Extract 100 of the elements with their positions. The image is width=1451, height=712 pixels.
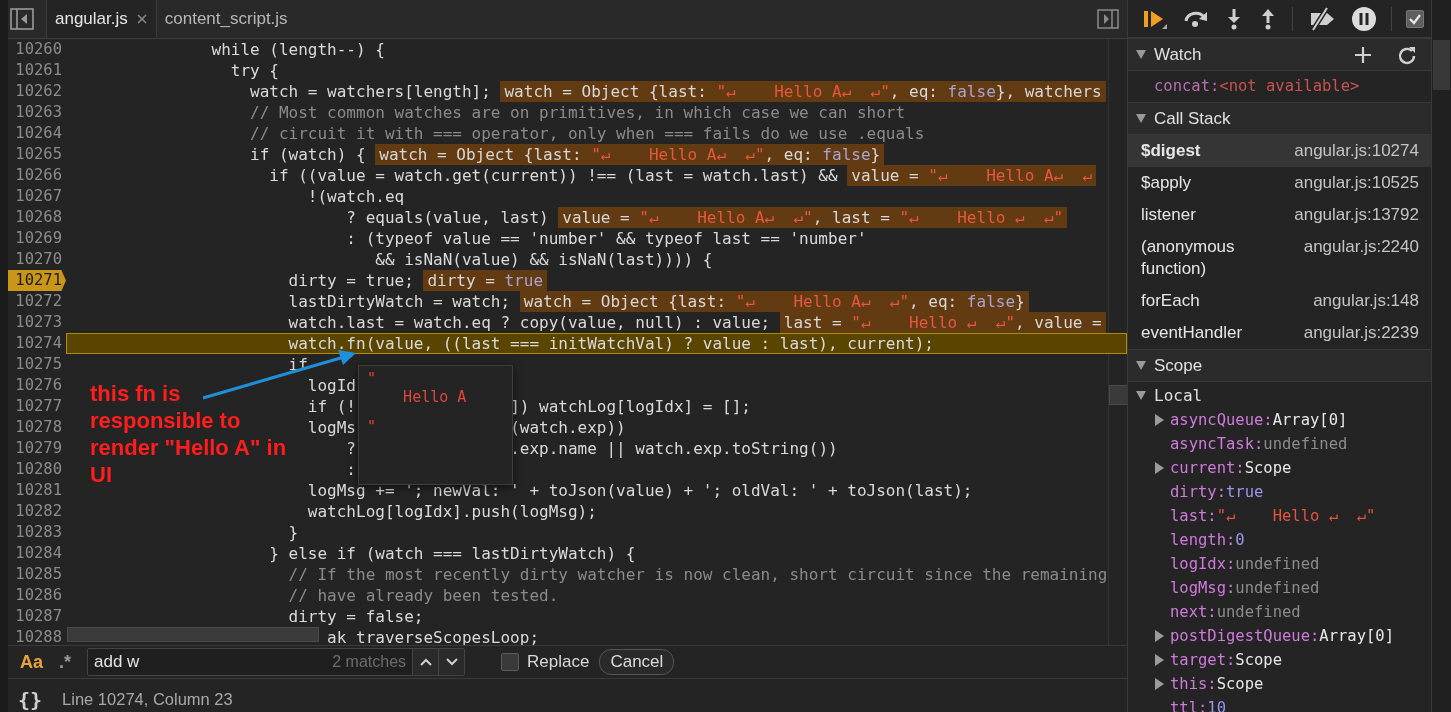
code-text: !(watch.eq xyxy=(307,186,405,207)
scope-variable[interactable]: dirty:true xyxy=(1128,480,1431,504)
line-number: 10277 xyxy=(14,396,63,417)
line-number: 10281 xyxy=(14,480,63,501)
triangle-icon xyxy=(1136,361,1146,370)
line-number: 10274 xyxy=(14,333,63,354)
scope-variable[interactable]: logIdx:undefined xyxy=(1128,552,1431,576)
chevron-down-icon xyxy=(444,657,459,667)
code-text: watchLog[logIdx].push(logMsg); xyxy=(307,501,597,522)
file-tab[interactable]: content_script.js xyxy=(156,0,296,38)
add-icon[interactable] xyxy=(1353,44,1373,65)
cancel-button[interactable]: Cancel xyxy=(599,649,675,675)
section-header[interactable]: Scope xyxy=(1128,349,1431,382)
line-number: 10288 xyxy=(14,627,63,645)
match-case-toggle[interactable]: Aa xyxy=(16,651,47,673)
triangle-icon xyxy=(1155,414,1164,426)
line-number: 10261 xyxy=(14,60,63,81)
code-text: watch = watchers[length]; xyxy=(250,81,491,102)
scrollbar-thumb[interactable] xyxy=(67,627,319,642)
line-number: 10275 xyxy=(14,354,63,375)
call-frame[interactable]: eventHandler angular.js:2239 xyxy=(1128,317,1431,349)
replace-checkbox[interactable] xyxy=(501,653,520,671)
line-number: 10272 xyxy=(14,291,63,312)
section-header[interactable]: Call Stack xyxy=(1128,102,1431,135)
triangle-icon xyxy=(1155,462,1164,474)
line-number: 10287 xyxy=(14,606,63,627)
scope-group[interactable]: Local xyxy=(1128,382,1431,408)
code-text: logMs xyxy=(307,417,356,438)
scope-variable[interactable]: length:0 xyxy=(1128,528,1431,552)
code-text: (watch.exp)) xyxy=(510,417,626,438)
scope-variable[interactable]: target:Scope xyxy=(1128,648,1431,672)
line-number: 10270 xyxy=(14,249,63,270)
line-number: 10285 xyxy=(14,564,63,585)
code-text: // If the most recently dirty watcher is now clean, short circuit since the remaining xyxy=(288,564,1108,585)
scope-variable[interactable]: asyncQueue:Array[0] xyxy=(1128,408,1431,432)
string-value: " xyxy=(367,418,377,436)
code-text: && isNaN(value) && isNaN(last)))) { xyxy=(375,249,713,270)
code-text: ? equals(value, last) xyxy=(346,207,549,228)
line-number: 10284 xyxy=(14,543,63,564)
refresh-icon[interactable] xyxy=(1397,44,1417,65)
scope-variable[interactable]: last:"↵ Hello ↵ ↵" xyxy=(1128,504,1431,528)
call-frame[interactable]: listener angular.js:13792 xyxy=(1128,199,1431,231)
line-number: 10273 xyxy=(14,312,63,333)
triangle-icon xyxy=(1155,630,1164,642)
string-value: " xyxy=(367,370,377,388)
call-frame[interactable]: $digest angular.js:10274 xyxy=(1128,135,1431,167)
inline-value: value = "↵ Hello A↵ ↵ xyxy=(847,165,1097,186)
scrollbar-thumb[interactable] xyxy=(1433,40,1450,90)
line-number: 10268 xyxy=(14,207,63,228)
code-text: logId xyxy=(307,375,356,396)
search-field[interactable]: add w 2 matches xyxy=(87,648,466,676)
triangle-icon xyxy=(1136,50,1146,59)
watch-expression[interactable]: concat:<not available> xyxy=(1128,71,1431,102)
chevron-up-icon xyxy=(418,657,433,667)
scope-variable[interactable]: this:Scope xyxy=(1128,672,1431,696)
scope-variable[interactable]: asyncTask:undefined xyxy=(1128,432,1431,456)
previous-match-button[interactable] xyxy=(412,649,439,675)
triangle-icon xyxy=(1136,390,1146,400)
scope-variable[interactable]: logMsg:undefined xyxy=(1128,576,1431,600)
code-text: ? xyxy=(346,438,356,459)
code-text: } xyxy=(288,522,299,543)
line-number: 10264 xyxy=(14,123,63,144)
code-text: while (length--) { xyxy=(211,39,385,60)
cursor-position: Line 10274, Column 23 xyxy=(62,690,233,709)
code-text: if (! xyxy=(307,396,356,417)
code-text: lastDirtyWatch = watch; xyxy=(288,291,511,312)
code-text: : (typeof value == 'number' && typeof last == 'number' xyxy=(346,228,867,249)
code-text: } else if (watch === lastDirtyWatch) { xyxy=(269,543,636,564)
code-text: .exp.name || watch.exp.toString()) xyxy=(510,438,838,459)
code-text: // circuit it with === operator, only when === fails do we use .equals xyxy=(250,123,925,144)
line-number: 10282 xyxy=(14,501,63,522)
close-icon[interactable] xyxy=(135,13,148,25)
code-text: if ((value = watch.get(current)) !== (last = watch.last) && xyxy=(269,165,838,186)
line-number: 10265 xyxy=(14,144,63,165)
scope-variable[interactable]: current:Scope xyxy=(1128,456,1431,480)
code-text: if (watch) { xyxy=(250,144,366,165)
call-frame[interactable]: (anonymous function) angular.js:2240 xyxy=(1128,231,1431,285)
file-tab[interactable]: angular.js xyxy=(46,0,157,38)
exceptions-checkbox[interactable] xyxy=(1406,9,1424,28)
inline-value: value = "↵ Hello A↵ ↵", last = "↵ Hello ↵ ↵" xyxy=(558,207,1068,228)
line-number: 10279 xyxy=(14,438,63,459)
inline-value: dirty = true xyxy=(423,270,547,291)
code-text: ]) watchLog[logIdx] = []; xyxy=(510,396,751,417)
regex-toggle[interactable]: .* xyxy=(55,651,76,673)
line-number: 10260 xyxy=(14,39,63,60)
section-header[interactable]: Watch xyxy=(1128,38,1431,71)
code-text: : xyxy=(346,459,356,480)
line-number: 10269 xyxy=(14,228,63,249)
call-frame[interactable]: forEach angular.js:148 xyxy=(1128,285,1431,317)
next-match-button[interactable] xyxy=(438,649,465,675)
scope-variable[interactable]: postDigestQueue:Array[0] xyxy=(1128,624,1431,648)
pause-icon[interactable] xyxy=(1351,5,1377,32)
call-frame[interactable]: $apply angular.js:10525 xyxy=(1128,167,1431,199)
inline-value: watch = Object {last: "↵ Hello A↵ ↵", eq: false}, watchers xyxy=(500,81,1106,102)
annotation-text: this fn is responsible to render "Hello A" in UI xyxy=(90,380,288,488)
scrollbar-thumb[interactable] xyxy=(1109,385,1127,405)
line-number: 10278 xyxy=(14,417,63,438)
code-text: dirty = true; xyxy=(288,270,414,291)
scope-variable[interactable]: next:undefined xyxy=(1128,600,1431,624)
pretty-print-button[interactable]: {} xyxy=(18,687,43,712)
